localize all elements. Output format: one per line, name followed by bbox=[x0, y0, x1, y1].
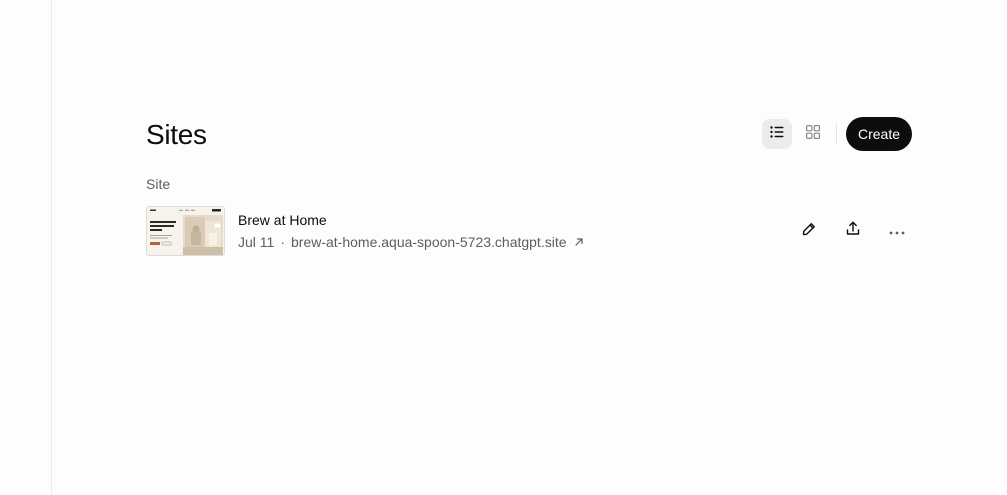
share-button[interactable] bbox=[838, 216, 868, 246]
create-button[interactable]: Create bbox=[845, 117, 912, 151]
site-url-link[interactable]: brew-at-home.aqua-spoon-5723.chatgpt.sit… bbox=[291, 233, 567, 251]
site-info: Brew at Home Jul 11 · brew-at-home.aqua-… bbox=[238, 211, 584, 251]
grid-view-button[interactable] bbox=[798, 119, 828, 149]
external-link-icon[interactable] bbox=[574, 237, 584, 247]
section-label: Site bbox=[146, 176, 171, 192]
edit-button[interactable] bbox=[794, 216, 824, 246]
page-title: Sites bbox=[146, 119, 207, 150]
toolbar-divider bbox=[835, 124, 837, 144]
grid-icon bbox=[805, 124, 820, 144]
site-row-actions bbox=[794, 216, 912, 246]
main-content: Sites Create Site Brew at Home Jul 11 · … bbox=[146, 116, 912, 257]
list-view-button[interactable] bbox=[761, 119, 792, 149]
more-options-button[interactable] bbox=[882, 216, 912, 246]
more-horizontal-icon bbox=[889, 222, 905, 240]
site-thumbnail[interactable] bbox=[146, 206, 225, 256]
header-actions: Create bbox=[761, 117, 912, 151]
sidebar-edge bbox=[0, 0, 52, 495]
site-row[interactable]: Brew at Home Jul 11 · brew-at-home.aqua-… bbox=[146, 205, 912, 257]
site-meta: Jul 11 · brew-at-home.aqua-spoon-5723.ch… bbox=[238, 233, 584, 251]
pencil-icon bbox=[802, 222, 816, 241]
site-name[interactable]: Brew at Home bbox=[238, 211, 584, 229]
list-icon bbox=[770, 125, 784, 143]
page-header: Sites Create bbox=[146, 116, 912, 152]
site-date: Jul 11 bbox=[238, 234, 275, 250]
upload-share-icon bbox=[846, 221, 860, 241]
meta-separator: · bbox=[280, 234, 285, 250]
